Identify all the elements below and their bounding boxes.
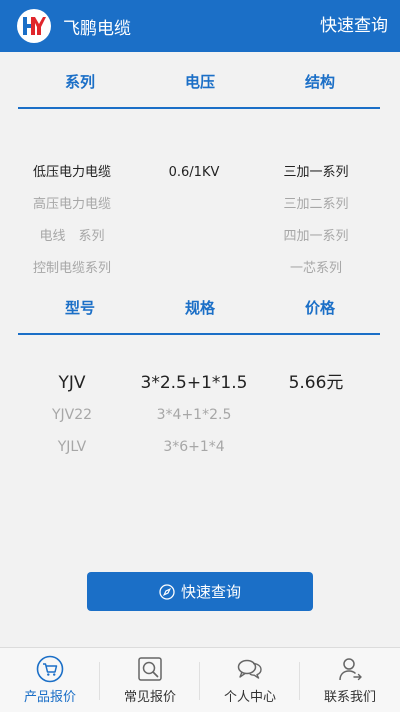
series-option[interactable]: 控制电缆系列 <box>12 253 132 285</box>
column-header-spec: 规格 <box>184 299 215 317</box>
product-row: YJLV 3*6+1*4 <box>0 431 400 463</box>
app-title: 飞鹏电缆 <box>63 18 131 39</box>
compass-icon <box>159 583 175 600</box>
nav-label: 产品报价 <box>23 690 76 705</box>
model-option[interactable]: YJV <box>12 367 132 399</box>
product-row: YJV 3*2.5+1*1.5 5.66元 <box>0 367 400 399</box>
selector-row: 电线 系列 四加一系列 <box>0 221 400 253</box>
brand-logo <box>17 9 51 43</box>
column-header-price: 价格 <box>304 299 335 317</box>
structure-option[interactable]: 四加一系列 <box>256 221 376 253</box>
spec-option[interactable]: 3*2.5+1*1.5 <box>134 367 254 399</box>
spec-option[interactable]: 3*6+1*4 <box>134 431 254 463</box>
nav-item-product-quote[interactable]: 产品报价 <box>0 648 100 712</box>
magnifier-icon <box>138 657 162 681</box>
series-option[interactable]: 低压电力电缆 <box>12 157 132 189</box>
model-option[interactable]: YJLV <box>12 431 132 463</box>
nav-item-contact-us[interactable]: 联系我们 <box>300 648 400 712</box>
person-icon <box>339 658 362 681</box>
price-value: 5.66元 <box>288 373 344 393</box>
quick-query-button[interactable]: 快速查询 <box>87 572 313 611</box>
column-header-model: 型号 <box>64 299 95 317</box>
product-header: 型号 规格 价格 <box>18 283 380 335</box>
series-option[interactable]: 电线 系列 <box>12 221 132 253</box>
quick-search-link[interactable]: 快速查询 <box>320 0 388 52</box>
column-header-series: 系列 <box>64 73 95 91</box>
bottom-nav: 产品报价 常见报价 个人中心 联系我们 <box>0 647 400 712</box>
selector-row: 高压电力电缆 三加二系列 <box>0 189 400 221</box>
selector-row: 低压电力电缆 0.6/1KV 三加一系列 <box>0 157 400 189</box>
structure-option[interactable]: 三加二系列 <box>256 189 376 221</box>
model-option[interactable]: YJV22 <box>12 399 132 431</box>
product-row: YJV22 3*4+1*2.5 <box>0 399 400 431</box>
cart-icon <box>36 655 64 683</box>
chat-bubbles-icon <box>237 659 262 679</box>
selector-row: 控制电缆系列 一芯系列 <box>0 253 400 285</box>
column-header-voltage: 电压 <box>184 73 215 91</box>
structure-option[interactable]: 一芯系列 <box>256 253 376 285</box>
voltage-option[interactable]: 0.6/1KV <box>134 157 254 189</box>
app-header: 飞鹏电缆 快速查询 <box>0 0 400 52</box>
column-header-structure: 结构 <box>304 73 335 91</box>
nav-item-personal-center[interactable]: 个人中心 <box>200 648 300 712</box>
selector-header: 系列 电压 结构 <box>18 57 380 109</box>
nav-label: 个人中心 <box>223 690 276 705</box>
structure-option[interactable]: 三加一系列 <box>256 157 376 189</box>
nav-label: 常见报价 <box>123 690 176 705</box>
nav-item-common-quote[interactable]: 常见报价 <box>100 648 200 712</box>
series-option[interactable]: 高压电力电缆 <box>12 189 132 221</box>
spec-option[interactable]: 3*4+1*2.5 <box>134 399 254 431</box>
quick-query-label: 快速查询 <box>180 583 241 601</box>
nav-label: 联系我们 <box>323 690 376 705</box>
